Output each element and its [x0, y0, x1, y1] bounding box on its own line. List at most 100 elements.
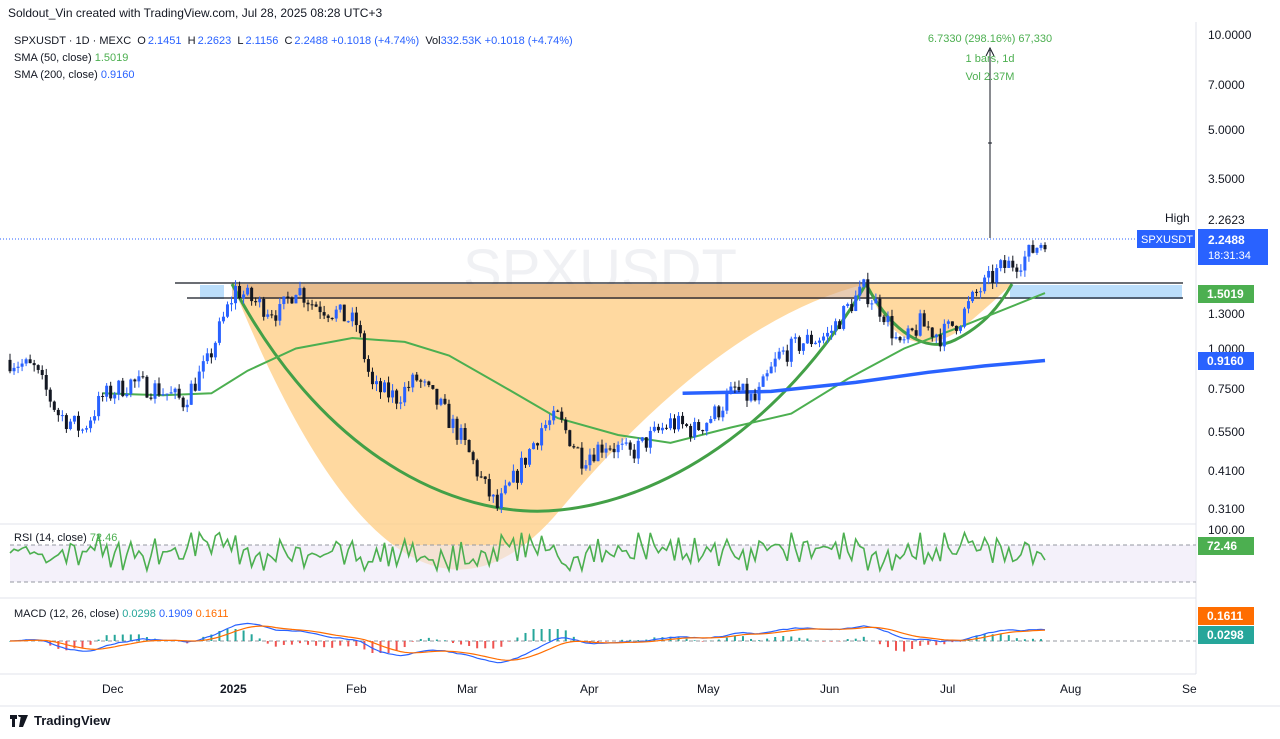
candle-body [954, 325, 958, 331]
candle-body [230, 303, 234, 305]
candle-body [966, 301, 970, 309]
candle-body [987, 270, 991, 278]
macd-hist-bar [121, 634, 124, 641]
macd-hist-bar [1007, 635, 1010, 641]
macd-hist-bar [484, 641, 487, 649]
candle-body [979, 291, 983, 293]
macd-value: 0.1909 [158, 608, 193, 620]
macd-signal-tag[interactable]: 0.1611 [1207, 609, 1243, 623]
candle-body [854, 295, 858, 312]
macd-hist-bar [516, 637, 519, 641]
candle-body [697, 422, 701, 431]
candle-body [455, 418, 459, 440]
candle-body [145, 376, 149, 398]
measure-label-2: 1 bars, 1d [966, 53, 1015, 65]
candle-body [636, 440, 640, 459]
candle-body [491, 494, 495, 497]
candle-body [938, 334, 942, 347]
candle-body [600, 444, 604, 453]
candle-body [286, 296, 290, 298]
macd-hist-tag[interactable]: 0.0298 [1207, 628, 1244, 642]
candle-body [838, 321, 842, 329]
candle-body [189, 383, 193, 405]
sma200-path [682, 358, 1046, 396]
candle-body [962, 308, 966, 327]
sma200-tag[interactable]: 0.9160 [1207, 354, 1244, 368]
candle-body [878, 298, 882, 317]
measure-label-3: Vol 2.37M [966, 71, 1015, 83]
macd-hist-bar [886, 641, 889, 648]
rsi-legend[interactable]: RSI (14, close) 72.46 [14, 532, 117, 544]
candle-body [1031, 244, 1035, 253]
macd-hist-bar [1015, 638, 1018, 641]
macd-hist-bar [492, 641, 495, 649]
candle-body [801, 343, 805, 351]
candle-body [809, 334, 813, 345]
macd-hist-bar [629, 639, 632, 641]
candle-body [1023, 256, 1027, 271]
macd-hist-bar [621, 639, 624, 641]
resistance-zone-tan [232, 284, 866, 299]
candle-body [946, 321, 950, 324]
candle-body [834, 321, 838, 331]
candle-body [221, 316, 225, 322]
candle-body [596, 444, 600, 462]
candle-body [846, 304, 850, 307]
macd-hist-bar [878, 641, 881, 645]
candle-body [44, 374, 48, 390]
candle-body [548, 420, 552, 425]
candle-body [741, 383, 745, 391]
candle-body [906, 328, 910, 340]
price-axis[interactable]: 10.0000 7.0000 5.0000 3.5000 1.3000 1.00… [1208, 28, 1252, 516]
candle-body [495, 494, 499, 508]
price-tick: 0.4100 [1208, 464, 1245, 478]
sma50-tag[interactable]: 1.5019 [1207, 287, 1244, 301]
price-tick: 0.3100 [1208, 502, 1245, 516]
candle-body [181, 397, 185, 408]
candle-body [423, 381, 427, 383]
candle-body [773, 358, 777, 367]
macd-hist-bar [97, 639, 100, 641]
high-value: 2.2623 [1208, 213, 1245, 227]
macd-hist-bar [1031, 638, 1034, 641]
time-axis[interactable]: Dec 2025 Feb Mar Apr May Jun Jul Aug Se [102, 682, 1197, 696]
candle-body [16, 366, 20, 368]
rsi-top-tick: 100.00 [1208, 523, 1245, 537]
candle-body [467, 439, 471, 453]
candle-body [342, 304, 346, 322]
candle-body [652, 426, 656, 431]
price-tick: 0.5500 [1208, 425, 1245, 439]
candle-body [302, 288, 306, 303]
candle-body [902, 339, 906, 341]
candle-body [479, 476, 483, 478]
candle-body [765, 373, 769, 377]
candle-body [729, 386, 733, 394]
macd-legend[interactable]: MACD (12, 26, close) 0.0298 0.1909 0.161… [14, 608, 228, 620]
candle-body [644, 437, 648, 448]
candle-body [213, 342, 217, 358]
rsi-label: RSI (14, close) [14, 532, 87, 544]
candle-body [874, 298, 878, 304]
tradingview-icon [10, 712, 28, 727]
candle-body [660, 427, 664, 431]
macd-hist-bar [298, 641, 301, 644]
candle-body [709, 418, 713, 423]
candle-body [664, 427, 668, 429]
macd-hist-bar [806, 638, 809, 641]
candle-body [826, 332, 830, 337]
candle-body [673, 418, 677, 430]
candle-body [56, 409, 60, 416]
candle-body [278, 304, 282, 321]
candle-body [391, 390, 395, 398]
candle-body [379, 381, 383, 393]
candle-body [910, 328, 914, 331]
rsi-tag[interactable]: 72.46 [1207, 539, 1237, 553]
macd-hist-value: 0.0298 [122, 608, 156, 620]
tradingview-logo[interactable]: TradingView [10, 712, 110, 728]
candle-body [721, 410, 725, 418]
price-chart[interactable]: SPXUSDT 6.7330 (298.16%) 67,330 1 bars, … [0, 0, 1280, 739]
last-price-tag[interactable]: 2.2488 [1208, 233, 1245, 247]
macd-hist-bar [266, 641, 269, 644]
candle-body [733, 386, 737, 388]
macd-signal-value: 0.1611 [195, 608, 229, 620]
